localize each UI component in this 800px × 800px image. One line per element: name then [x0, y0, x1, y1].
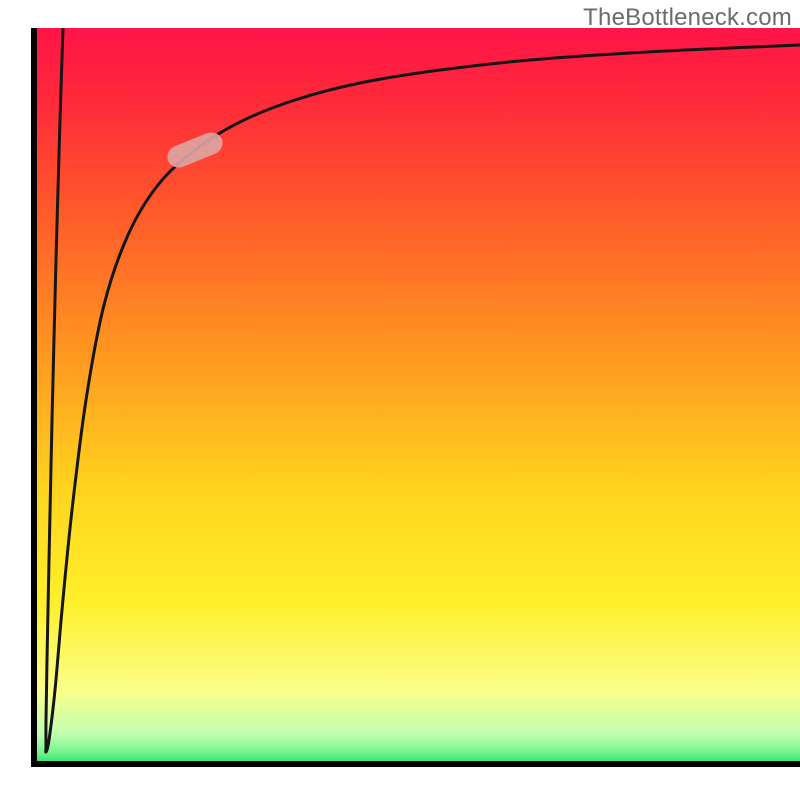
bottleneck-chart: TheBottleneck.com	[0, 0, 800, 800]
plot-background-gradient	[34, 28, 800, 764]
watermark-label: TheBottleneck.com	[583, 4, 792, 32]
chart-svg	[0, 0, 800, 800]
